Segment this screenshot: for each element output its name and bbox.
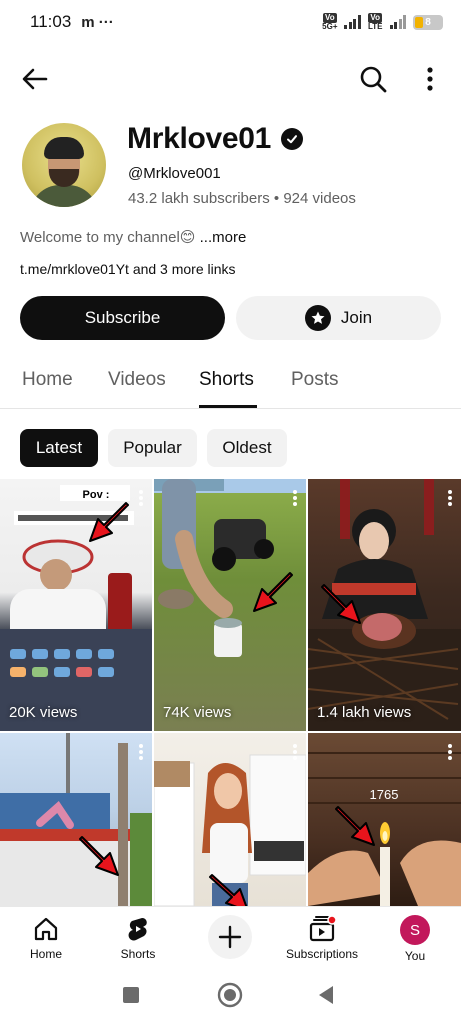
join-label: Join — [340, 308, 373, 327]
svg-text:Pov :: Pov : — [83, 489, 110, 501]
nav-shorts-label: Shorts — [120, 947, 156, 961]
nav-home[interactable]: Home — [0, 915, 92, 961]
join-star-icon — [304, 305, 331, 331]
channel-handle: @Mrklove001 — [128, 165, 221, 182]
red-arrow-icon — [335, 806, 375, 846]
status-notification-icons: m ··· — [81, 13, 114, 31]
short-1-views: 20K views — [9, 704, 78, 721]
short-thumbnail-2[interactable]: 74K views — [154, 479, 306, 731]
home-icon — [34, 917, 58, 941]
short-thumbnail-4[interactable] — [0, 733, 152, 906]
you-avatar: S — [400, 915, 430, 945]
status-time: 11:03 — [30, 12, 72, 31]
search-icon[interactable] — [358, 64, 388, 94]
top-app-bar — [0, 56, 461, 104]
channel-links[interactable]: t.me/mrklove01Yt and 3 more links — [20, 261, 236, 277]
status-bar: 11:03 m ··· Vo 5G+ Vo LTE 8 — [0, 0, 461, 44]
create-plus-icon — [218, 925, 242, 949]
tab-videos[interactable]: Videos — [108, 369, 166, 391]
red-arrow-icon — [79, 836, 119, 876]
short-6-image: 1765 — [308, 752, 461, 906]
short-4-more-icon[interactable] — [138, 743, 144, 761]
short-3-more-icon[interactable] — [447, 489, 453, 507]
nav-home-label: Home — [29, 947, 62, 961]
short-thumbnail-3[interactable]: 1.4 lakh views — [308, 479, 461, 731]
channel-stats: 43.2 lakh subscribers • 924 videos — [128, 190, 356, 207]
short-4-image — [0, 733, 152, 906]
description-more-link[interactable]: ...more — [200, 229, 247, 246]
create-button[interactable] — [208, 915, 252, 959]
home-circle-icon[interactable] — [216, 981, 244, 1009]
battery-icon: 8 — [413, 14, 443, 30]
channel-name: Mrklove01 — [127, 122, 304, 156]
short-5-more-icon[interactable] — [292, 743, 298, 761]
tab-posts[interactable]: Posts — [291, 369, 339, 391]
tab-home[interactable]: Home — [22, 369, 73, 391]
red-arrow-icon — [321, 584, 361, 624]
shorts-icon — [128, 918, 147, 941]
chip-popular[interactable]: Popular — [108, 429, 197, 467]
signal-strength-icon-2 — [389, 15, 406, 29]
svg-text:1765: 1765 — [370, 787, 399, 802]
short-1-more-icon[interactable] — [138, 489, 144, 507]
nav-subscriptions-label: Subscriptions — [285, 947, 359, 961]
short-3-views: 1.4 lakh views — [317, 704, 412, 721]
volte-5g-icon: Vo 5G+ — [322, 13, 338, 31]
bottom-navigation: Home Shorts Subscriptions S You — [0, 906, 461, 968]
short-2-more-icon[interactable] — [292, 489, 298, 507]
short-thumbnail-1[interactable]: Pov : 20K views — [0, 479, 152, 731]
nav-you[interactable]: S You — [369, 915, 461, 963]
subscriptions-icon — [309, 915, 337, 942]
short-thumbnail-5[interactable] — [154, 733, 306, 906]
volte-lte-icon: Vo LTE — [367, 13, 383, 31]
status-right-icons: Vo 5G+ Vo LTE 8 — [322, 13, 443, 31]
chip-latest[interactable]: Latest — [20, 429, 98, 467]
signal-strength-icon — [344, 15, 361, 29]
back-arrow-icon[interactable] — [20, 64, 50, 94]
nav-you-label: You — [404, 949, 426, 963]
red-arrow-icon — [89, 502, 129, 542]
verified-check-icon — [281, 128, 304, 150]
subscribe-button[interactable]: Subscribe — [20, 296, 225, 340]
short-2-views: 74K views — [163, 704, 232, 721]
system-navigation-bar — [0, 968, 461, 1024]
chip-oldest[interactable]: Oldest — [207, 429, 287, 467]
short-thumbnail-6[interactable]: 1765 — [308, 733, 461, 906]
active-tab-indicator — [199, 405, 257, 408]
channel-name-text: Mrklove01 — [127, 122, 272, 155]
back-triangle-icon[interactable] — [316, 984, 336, 1006]
short-6-more-icon[interactable] — [447, 743, 453, 761]
channel-description[interactable]: Welcome to my channel😊 ...more — [20, 228, 246, 246]
nav-shorts[interactable]: Shorts — [92, 915, 184, 961]
red-arrow-icon — [253, 572, 293, 612]
nav-subscriptions[interactable]: Subscriptions — [276, 915, 368, 961]
more-vert-icon[interactable] — [418, 64, 442, 94]
join-button[interactable]: Join — [236, 296, 441, 340]
red-arrow-icon — [209, 874, 248, 906]
recents-square-icon[interactable] — [121, 985, 141, 1005]
channel-tabs: Home Videos Shorts Posts — [0, 356, 461, 409]
channel-avatar[interactable] — [22, 123, 106, 207]
tab-shorts[interactable]: Shorts — [199, 369, 254, 391]
